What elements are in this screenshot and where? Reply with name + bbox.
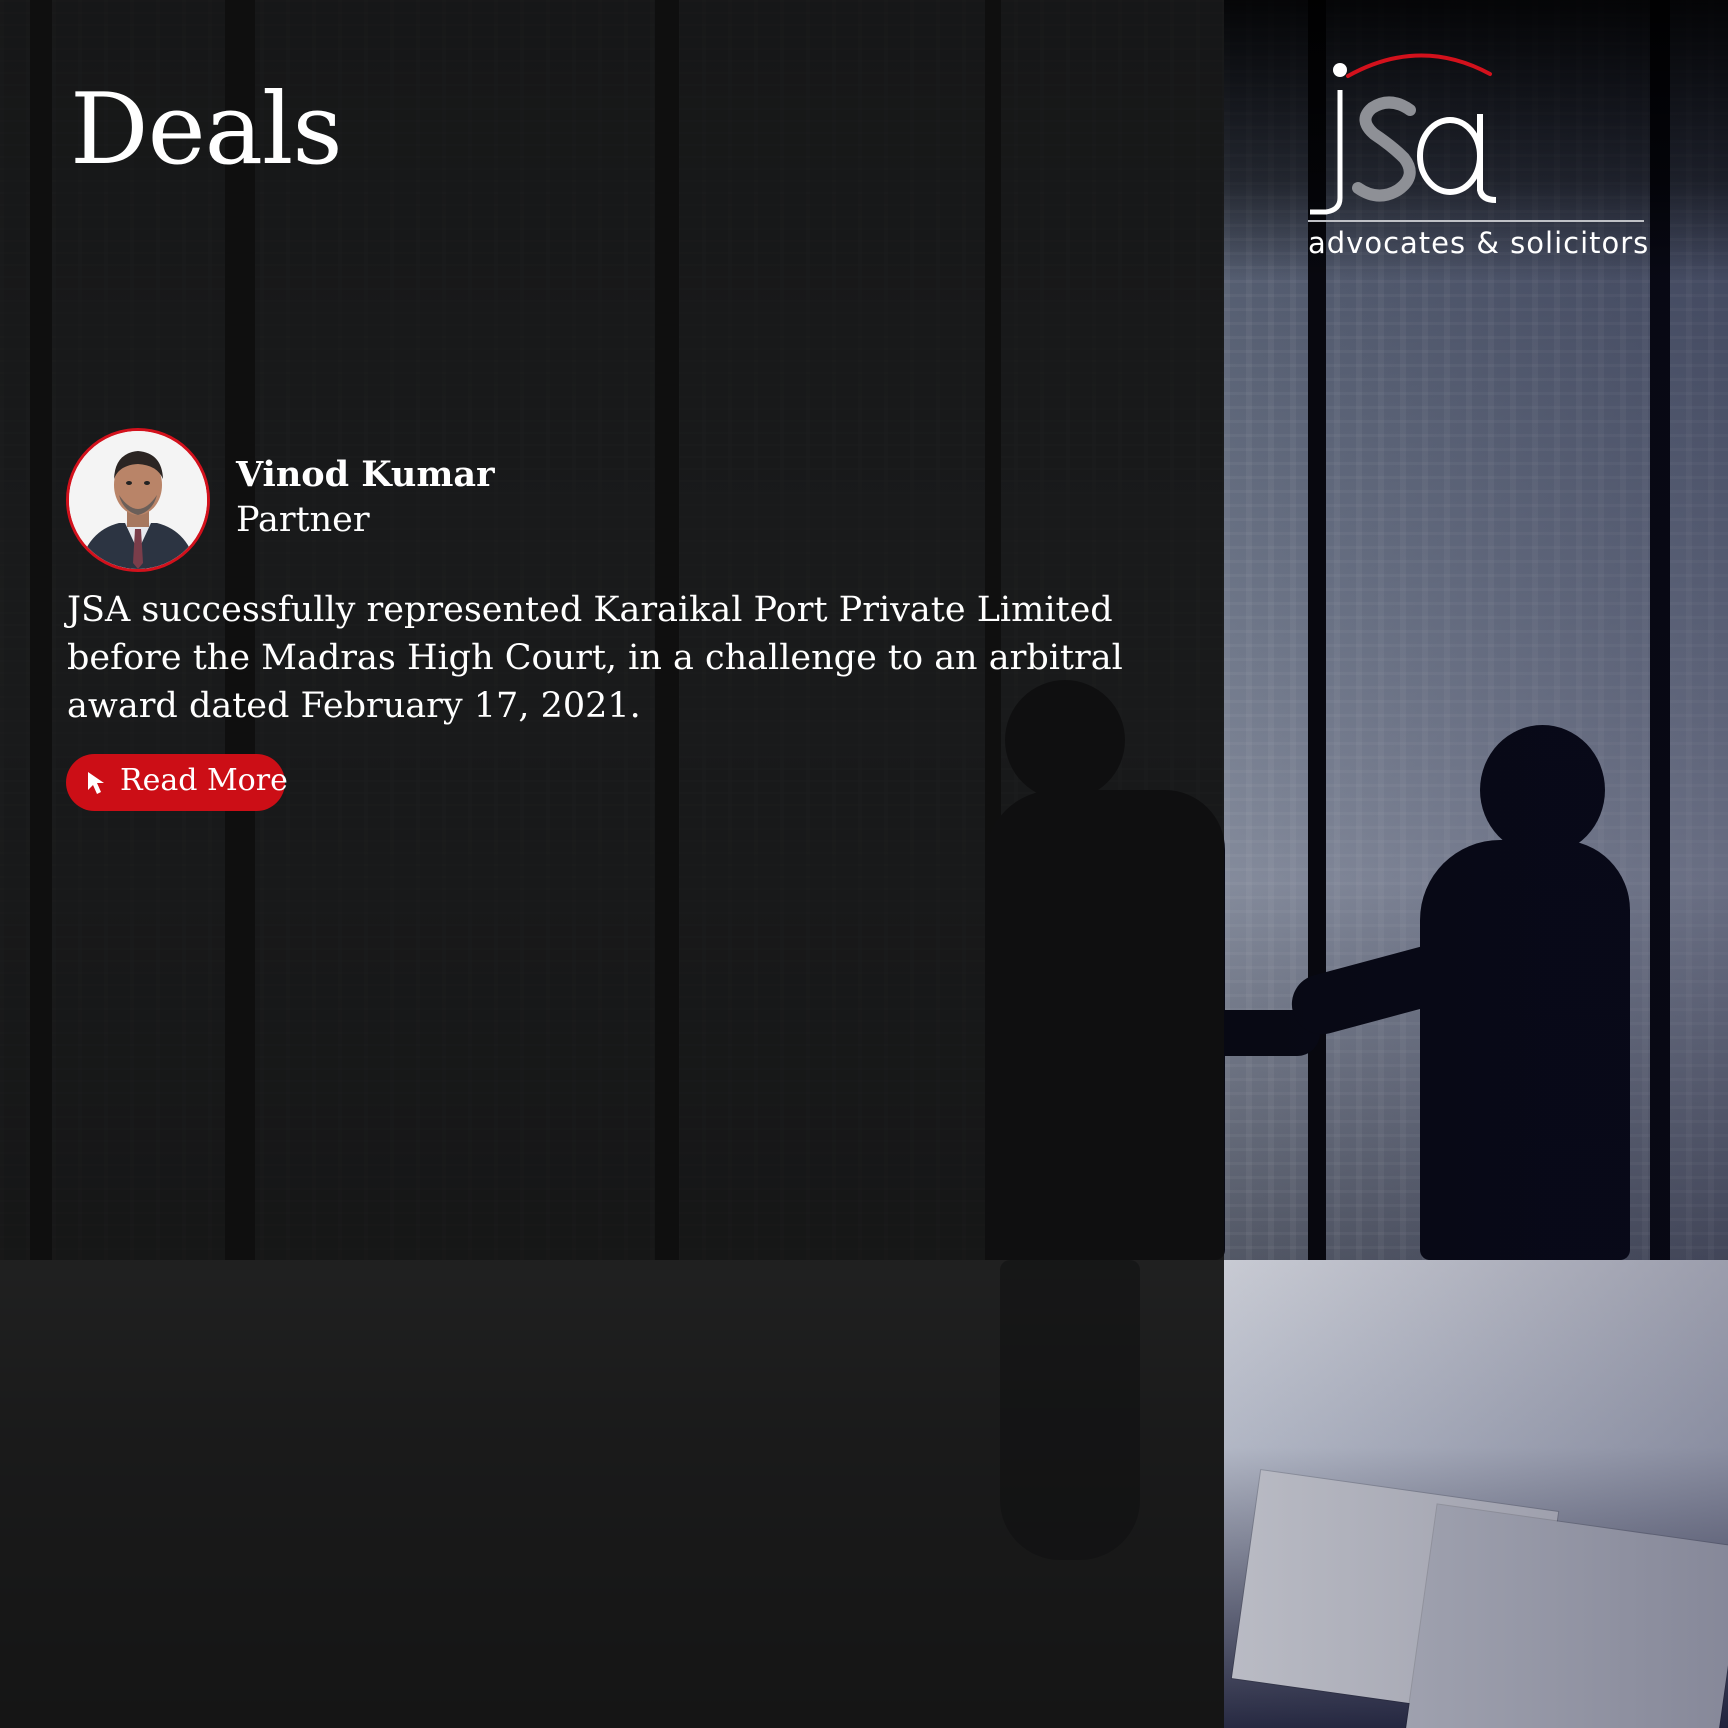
deals-card: Deals advocates & solicitors Vinod Kumar… <box>0 0 1728 1728</box>
jsa-logo-mark <box>1310 53 1497 215</box>
author-portrait <box>69 431 207 569</box>
read-more-button[interactable]: Read More <box>66 754 288 811</box>
deal-summary: JSA successfully represented Karaikal Po… <box>67 590 1123 726</box>
author-block: Vinod Kumar Partner <box>66 428 566 572</box>
jsa-logo: advocates & solicitors <box>1300 48 1650 268</box>
logo-tagline: advocates & solicitors <box>1308 226 1650 260</box>
logo-divider <box>1308 220 1644 222</box>
author-role: Partner <box>236 500 370 540</box>
avatar <box>66 428 210 572</box>
read-more-label: Read More <box>120 763 288 798</box>
author-name: Vinod Kumar <box>236 454 495 495</box>
page-title: Deals <box>70 73 343 187</box>
dark-overlay <box>0 0 1224 1728</box>
cursor-arrow-icon <box>88 772 104 794</box>
